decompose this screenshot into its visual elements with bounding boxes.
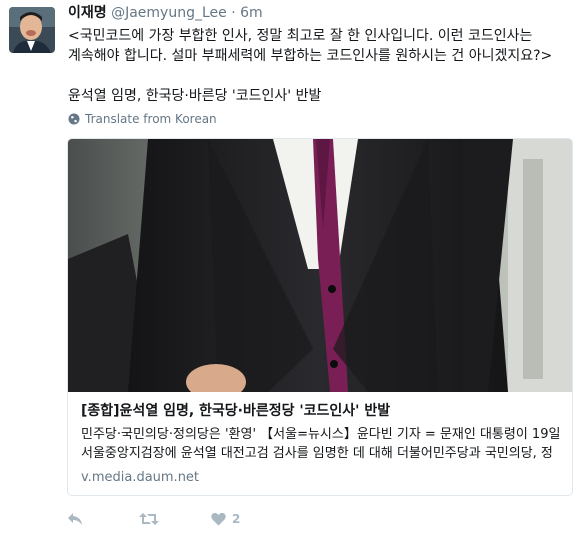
retweet-button[interactable] [139, 512, 159, 526]
reply-button[interactable] [67, 512, 83, 526]
card-image [68, 139, 572, 392]
reply-icon [68, 513, 82, 525]
card-description: 민주당·국민의당·정의당은 '환영' 【서울=뉴시스】윤다빈 기자 = 문재인 … [81, 425, 563, 463]
card-info: [종합]윤석열 임명, 한국당·바른정당 '코드인사' 반발 민주당·국민의당·… [81, 401, 563, 487]
avatar[interactable] [9, 7, 55, 53]
separator: · [231, 5, 236, 21]
author-handle[interactable]: @Jaemyung_Lee [111, 5, 227, 21]
tweet-actions: 2 [67, 512, 240, 526]
timestamp[interactable]: 6m [240, 5, 263, 21]
globe-icon [68, 113, 80, 125]
tweet-header: 이재명 @Jaemyung_Lee · 6m [68, 4, 263, 22]
tweet-text-line: <국민코드에 가장 부합한 인사, 정말 최고로 잘 한 인사입니다. 이런 코… [68, 28, 553, 64]
translate-link[interactable]: Translate from Korean [68, 111, 217, 127]
card-title: [종합]윤석열 임명, 한국당·바른정당 '코드인사' 반발 [81, 403, 391, 419]
card-domain: v.media.daum.net [81, 470, 200, 485]
tweet-text: <국민코드에 가장 부합한 인사, 정말 최고로 잘 한 인사입니다. 이런 코… [68, 26, 573, 106]
author-name[interactable]: 이재명 [68, 5, 107, 21]
translate-label: Translate from Korean [85, 112, 217, 126]
link-card[interactable]: [종합]윤석열 임명, 한국당·바른정당 '코드인사' 반발 민주당·국민의당·… [67, 138, 573, 496]
card-description-line: 서울중앙지검장에 윤석열 대전고검 검사를 임명한 데 대해 더불어민주당과 국… [81, 446, 553, 461]
tweet-text-line: 윤석열 임명, 한국당·바른당 '코드인사' 반발 [68, 88, 322, 104]
card-description-line: 민주당·국민의당·정의당은 '환영' 【서울=뉴시스】윤다빈 기자 = 문재인 … [81, 427, 561, 442]
retweet-icon [139, 513, 159, 525]
like-button[interactable]: 2 [211, 512, 240, 526]
like-count: 2 [232, 512, 241, 526]
heart-icon [211, 512, 226, 526]
